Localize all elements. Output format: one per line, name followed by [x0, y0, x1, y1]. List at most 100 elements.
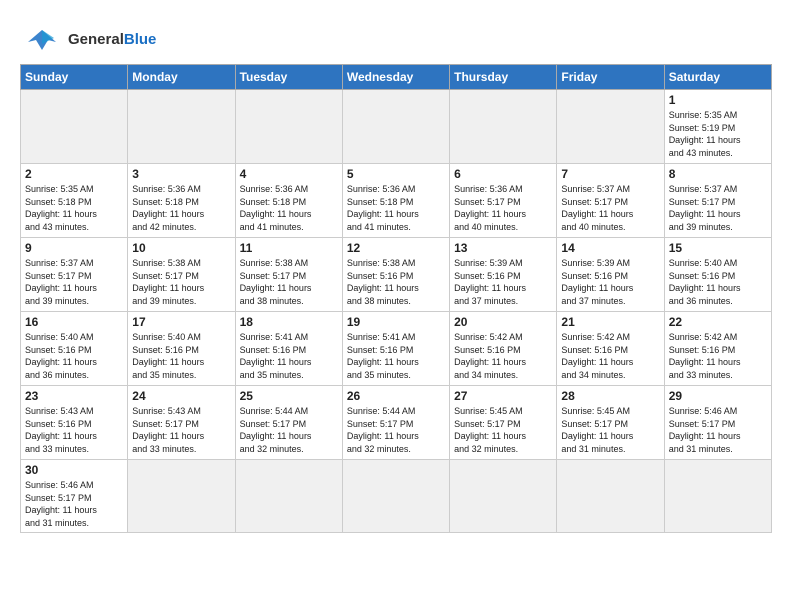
day-number: 25	[240, 389, 338, 403]
calendar-cell: 14 Sunrise: 5:39 AMSunset: 5:16 PMDayligh…	[557, 238, 664, 312]
calendar-cell: 4 Sunrise: 5:36 AMSunset: 5:18 PMDaylight…	[235, 164, 342, 238]
logo: GeneralBlue	[20, 18, 156, 58]
day-info: Sunrise: 5:38 AMSunset: 5:16 PMDaylight:…	[347, 257, 445, 307]
day-info: Sunrise: 5:41 AMSunset: 5:16 PMDaylight:…	[347, 331, 445, 381]
calendar-cell: 21 Sunrise: 5:42 AMSunset: 5:16 PMDayligh…	[557, 312, 664, 386]
day-number: 27	[454, 389, 552, 403]
day-number: 18	[240, 315, 338, 329]
day-info: Sunrise: 5:37 AMSunset: 5:17 PMDaylight:…	[561, 183, 659, 233]
week-row-4: 16 Sunrise: 5:40 AMSunset: 5:16 PMDayligh…	[21, 312, 772, 386]
calendar-cell: 20Sunrise: 5:42 AMSunset: 5:16 PMDayligh…	[450, 312, 557, 386]
day-info: Sunrise: 5:36 AMSunset: 5:18 PMDaylight:…	[240, 183, 338, 233]
day-info: Sunrise: 5:36 AMSunset: 5:18 PMDaylight:…	[347, 183, 445, 233]
calendar-cell	[557, 460, 664, 533]
day-info: Sunrise: 5:35 AMSunset: 5:19 PMDaylight:…	[669, 109, 767, 159]
day-info: Sunrise: 5:43 AMSunset: 5:17 PMDaylight:…	[132, 405, 230, 455]
weekday-header-tuesday: Tuesday	[235, 65, 342, 90]
calendar-cell: 5 Sunrise: 5:36 AMSunset: 5:18 PMDaylight…	[342, 164, 449, 238]
day-number: 6	[454, 167, 552, 181]
weekday-header-thursday: Thursday	[450, 65, 557, 90]
header: GeneralBlue	[20, 18, 772, 58]
calendar-cell: 7 Sunrise: 5:37 AMSunset: 5:17 PMDaylight…	[557, 164, 664, 238]
week-row-5: 23 Sunrise: 5:43 AMSunset: 5:16 PMDayligh…	[21, 386, 772, 460]
calendar-cell: 22Sunrise: 5:42 AMSunset: 5:16 PMDayligh…	[664, 312, 771, 386]
calendar-cell	[450, 460, 557, 533]
day-number: 16	[25, 315, 123, 329]
day-number: 1	[669, 93, 767, 107]
week-row-1: 1 Sunrise: 5:35 AMSunset: 5:19 PMDaylight…	[21, 90, 772, 164]
day-info: Sunrise: 5:42 AMSunset: 5:16 PMDaylight:…	[669, 331, 767, 381]
day-number: 14	[561, 241, 659, 255]
day-number: 4	[240, 167, 338, 181]
calendar-cell	[557, 90, 664, 164]
day-info: Sunrise: 5:44 AMSunset: 5:17 PMDaylight:…	[347, 405, 445, 455]
day-number: 15	[669, 241, 767, 255]
day-number: 13	[454, 241, 552, 255]
calendar-cell: 11 Sunrise: 5:38 AMSunset: 5:17 PMDayligh…	[235, 238, 342, 312]
calendar-cell: 24 Sunrise: 5:43 AMSunset: 5:17 PMDayligh…	[128, 386, 235, 460]
day-number: 17	[132, 315, 230, 329]
calendar-cell: 15Sunrise: 5:40 AMSunset: 5:16 PMDayligh…	[664, 238, 771, 312]
calendar-cell: 30 Sunrise: 5:46 AMSunset: 5:17 PMDayligh…	[21, 460, 128, 533]
day-number: 23	[25, 389, 123, 403]
logo-text: GeneralBlue	[68, 32, 156, 49]
calendar-cell	[128, 90, 235, 164]
week-row-6: 30 Sunrise: 5:46 AMSunset: 5:17 PMDayligh…	[21, 460, 772, 533]
day-number: 20	[454, 315, 552, 329]
day-number: 24	[132, 389, 230, 403]
calendar-cell: 3Sunrise: 5:36 AMSunset: 5:18 PMDaylight…	[128, 164, 235, 238]
page: GeneralBlue SundayMondayTuesdayWednesday…	[0, 0, 792, 543]
calendar-cell: 16 Sunrise: 5:40 AMSunset: 5:16 PMDayligh…	[21, 312, 128, 386]
day-number: 7	[561, 167, 659, 181]
day-info: Sunrise: 5:44 AMSunset: 5:17 PMDaylight:…	[240, 405, 338, 455]
day-number: 21	[561, 315, 659, 329]
calendar-cell: 25 Sunrise: 5:44 AMSunset: 5:17 PMDayligh…	[235, 386, 342, 460]
calendar-cell	[235, 90, 342, 164]
day-info: Sunrise: 5:37 AMSunset: 5:17 PMDaylight:…	[669, 183, 767, 233]
day-info: Sunrise: 5:46 AMSunset: 5:17 PMDaylight:…	[669, 405, 767, 455]
day-info: Sunrise: 5:45 AMSunset: 5:17 PMDaylight:…	[454, 405, 552, 455]
day-number: 30	[25, 463, 123, 477]
day-number: 28	[561, 389, 659, 403]
day-info: Sunrise: 5:40 AMSunset: 5:16 PMDaylight:…	[25, 331, 123, 381]
day-number: 26	[347, 389, 445, 403]
day-number: 9	[25, 241, 123, 255]
day-number: 11	[240, 241, 338, 255]
calendar-cell: 17 Sunrise: 5:40 AMSunset: 5:16 PMDayligh…	[128, 312, 235, 386]
day-info: Sunrise: 5:35 AMSunset: 5:18 PMDaylight:…	[25, 183, 123, 233]
week-row-3: 9Sunrise: 5:37 AMSunset: 5:17 PMDaylight…	[21, 238, 772, 312]
calendar-cell	[21, 90, 128, 164]
calendar-cell: 6 Sunrise: 5:36 AMSunset: 5:17 PMDaylight…	[450, 164, 557, 238]
calendar-cell: 2 Sunrise: 5:35 AMSunset: 5:18 PMDaylight…	[21, 164, 128, 238]
day-info: Sunrise: 5:36 AMSunset: 5:17 PMDaylight:…	[454, 183, 552, 233]
calendar-cell	[342, 460, 449, 533]
calendar-cell: 9Sunrise: 5:37 AMSunset: 5:17 PMDaylight…	[21, 238, 128, 312]
day-number: 8	[669, 167, 767, 181]
calendar-cell: 10Sunrise: 5:38 AMSunset: 5:17 PMDayligh…	[128, 238, 235, 312]
weekday-header-wednesday: Wednesday	[342, 65, 449, 90]
day-info: Sunrise: 5:42 AMSunset: 5:16 PMDaylight:…	[561, 331, 659, 381]
week-row-2: 2 Sunrise: 5:35 AMSunset: 5:18 PMDaylight…	[21, 164, 772, 238]
calendar-cell: 23 Sunrise: 5:43 AMSunset: 5:16 PMDayligh…	[21, 386, 128, 460]
calendar-cell	[235, 460, 342, 533]
calendar-cell	[450, 90, 557, 164]
weekday-header-friday: Friday	[557, 65, 664, 90]
weekday-header-saturday: Saturday	[664, 65, 771, 90]
calendar-cell: 26 Sunrise: 5:44 AMSunset: 5:17 PMDayligh…	[342, 386, 449, 460]
calendar-cell: 12 Sunrise: 5:38 AMSunset: 5:16 PMDayligh…	[342, 238, 449, 312]
calendar-cell: 19Sunrise: 5:41 AMSunset: 5:16 PMDayligh…	[342, 312, 449, 386]
day-number: 2	[25, 167, 123, 181]
day-number: 5	[347, 167, 445, 181]
weekday-header-sunday: Sunday	[21, 65, 128, 90]
day-info: Sunrise: 5:39 AMSunset: 5:16 PMDaylight:…	[561, 257, 659, 307]
day-number: 12	[347, 241, 445, 255]
calendar-cell: 13 Sunrise: 5:39 AMSunset: 5:16 PMDayligh…	[450, 238, 557, 312]
day-info: Sunrise: 5:38 AMSunset: 5:17 PMDaylight:…	[240, 257, 338, 307]
day-info: Sunrise: 5:46 AMSunset: 5:17 PMDaylight:…	[25, 479, 123, 529]
day-info: Sunrise: 5:41 AMSunset: 5:16 PMDaylight:…	[240, 331, 338, 381]
calendar-cell	[664, 460, 771, 533]
day-info: Sunrise: 5:39 AMSunset: 5:16 PMDaylight:…	[454, 257, 552, 307]
calendar-cell: 18 Sunrise: 5:41 AMSunset: 5:16 PMDayligh…	[235, 312, 342, 386]
day-info: Sunrise: 5:43 AMSunset: 5:16 PMDaylight:…	[25, 405, 123, 455]
day-info: Sunrise: 5:40 AMSunset: 5:16 PMDaylight:…	[132, 331, 230, 381]
